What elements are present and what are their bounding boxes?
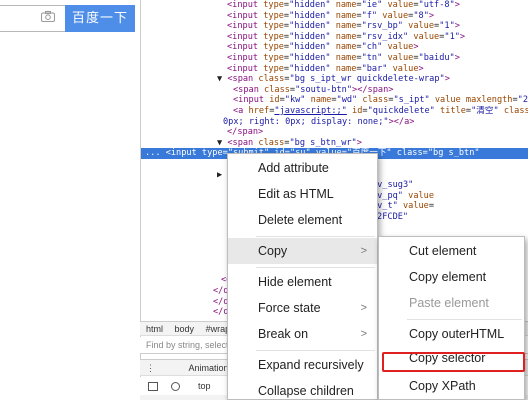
dom-line[interactable]: <input type="hidden" name="bar" value> — [141, 64, 528, 75]
menu-copy[interactable]: Copy > — [228, 238, 377, 264]
dom-line[interactable]: <input type="hidden" name="rsv_bp" value… — [141, 21, 528, 32]
menu-separator — [407, 319, 522, 320]
drawer-menu-icon[interactable]: ⋮ — [146, 360, 158, 376]
crumb-body[interactable]: body — [175, 324, 195, 334]
dom-line[interactable]: <input type="hidden" name="f" value="8"> — [141, 11, 528, 22]
dom-line[interactable]: <input id="kw" name="wd" class="s_ipt" v… — [141, 95, 528, 106]
menu-copy-element[interactable]: Copy element — [379, 264, 524, 290]
dom-line[interactable]: <input type="hidden" name="ie" value="ut… — [141, 0, 528, 11]
menu-separator — [256, 236, 375, 237]
dom-line[interactable]: <input type="hidden" name="tn" value="ba… — [141, 53, 528, 64]
menu-copy-outerhtml[interactable]: Copy outerHTML — [379, 321, 524, 347]
menu-delete-element[interactable]: Delete element — [228, 207, 377, 233]
camera-icon[interactable] — [41, 11, 55, 22]
submenu-arrow-icon: > — [360, 302, 367, 314]
menu-collapse-children[interactable]: Collapse children — [228, 378, 377, 400]
context-menu: Add attribute Edit as HTML Delete elemen… — [227, 153, 378, 400]
dom-line[interactable]: ▼ <span class="bg s_ipt_wr quickdelete-w… — [141, 74, 528, 85]
submenu-arrow-icon: > — [360, 328, 367, 340]
dom-line[interactable]: 0px; right: 0px; display: none;"></a> — [141, 117, 528, 128]
menu-cut-element[interactable]: Cut element — [379, 238, 524, 264]
page-area: 百度一下 — [0, 0, 140, 400]
menu-add-attribute[interactable]: Add attribute — [228, 155, 377, 181]
console-context[interactable]: top — [198, 381, 211, 391]
dom-line[interactable]: <span class="soutu-btn"></span> — [141, 85, 528, 96]
clear-console-icon[interactable] — [170, 382, 180, 392]
menu-expand-recursively[interactable]: Expand recursively — [228, 352, 377, 378]
copy-submenu: Cut element Copy element Paste element C… — [378, 236, 525, 400]
search-input[interactable] — [0, 5, 66, 32]
dom-line[interactable]: </span> — [141, 127, 528, 138]
console-sidebar-icon[interactable] — [148, 382, 158, 392]
copy-selector-highlight — [382, 352, 525, 372]
dom-line[interactable]: <input type="hidden" name="rsv_idx" valu… — [141, 32, 528, 43]
search-button[interactable]: 百度一下 — [65, 5, 135, 32]
crumb-html[interactable]: html — [146, 324, 163, 334]
dom-line[interactable]: ▼ <span class="bg s_btn_wr"> — [141, 138, 528, 149]
menu-force-state-label: Force state — [258, 301, 321, 315]
menu-edit-as-html[interactable]: Edit as HTML — [228, 181, 377, 207]
menu-separator — [256, 267, 375, 268]
menu-copy-xpath[interactable]: Copy XPath — [379, 373, 524, 399]
menu-paste-element: Paste element — [409, 296, 489, 310]
dom-line[interactable]: <a href="javascript:;" id="quickdelete" … — [141, 106, 528, 117]
menu-copy-label: Copy — [258, 244, 288, 258]
menu-hide-element[interactable]: Hide element — [228, 269, 377, 295]
dom-line[interactable]: <input type="hidden" name="ch" value> — [141, 42, 528, 53]
menu-force-state[interactable]: Force state > — [228, 295, 377, 321]
menu-break-on-label: Break on — [258, 327, 309, 341]
menu-separator — [256, 350, 375, 351]
menu-break-on[interactable]: Break on > — [228, 321, 377, 347]
submenu-arrow-icon: > — [360, 245, 367, 257]
